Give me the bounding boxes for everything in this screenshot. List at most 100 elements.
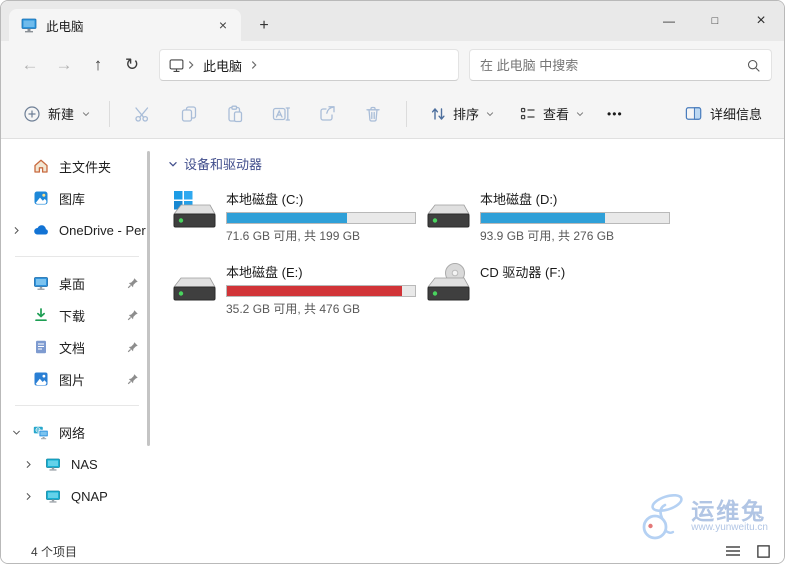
sidebar-item-label: OneDrive - Per (59, 222, 146, 238)
drive-led (432, 291, 438, 296)
downloads-icon (35, 308, 47, 322)
drive-capacity-fill (227, 213, 348, 223)
refresh-button[interactable]: ↻ (115, 48, 149, 82)
drive-name: 本地磁盘 (C:) (226, 192, 304, 207)
sidebar-item-pictures[interactable]: 图片 (1, 363, 153, 395)
rename-button[interactable] (262, 96, 300, 132)
sidebar-item-label: QNAP (71, 488, 108, 504)
sidebar-item-downloads[interactable]: 下载 (1, 299, 153, 331)
toolbar-separator (109, 100, 111, 127)
drive-capacity-caption: 93.9 GB 可用, 共 276 GB (480, 229, 615, 243)
status-bar: 4 个项目 (1, 539, 784, 563)
drive-name: 本地磁盘 (E:) (226, 265, 303, 280)
maximize-button[interactable]: □ (692, 1, 738, 41)
drive-tile-e[interactable]: 本地磁盘 (E:) 35.2 GB 可用, 共 476 GB (171, 261, 421, 317)
search-box (469, 49, 772, 81)
close-button[interactable]: × (738, 1, 784, 41)
sidebar-item-label: 图片 (59, 372, 86, 388)
list-view-button[interactable] (724, 543, 742, 559)
chevron-right-icon[interactable] (23, 491, 34, 502)
item-count: 4 个项目 (31, 544, 78, 559)
large-icons-view-button[interactable] (754, 543, 772, 559)
sidebar-item-nas[interactable]: NAS (1, 448, 153, 480)
cut-icon (135, 106, 149, 122)
window-controls: — □ × (646, 1, 784, 41)
breadcrumb-chevron-icon (188, 61, 194, 69)
sort-icon (431, 107, 445, 120)
documents-icon (36, 340, 46, 354)
details-pane-button[interactable]: 详细信息 (676, 98, 770, 129)
pin-icon (127, 310, 138, 321)
forward-button[interactable]: → (47, 48, 81, 82)
home-icon (34, 159, 48, 173)
sidebar-item-label: NAS (71, 456, 98, 472)
gallery-icon (34, 191, 48, 205)
breadcrumb-this-pc[interactable]: 此电脑 (203, 56, 242, 75)
share-button[interactable] (308, 96, 346, 132)
minimize-button[interactable]: — (646, 1, 692, 41)
sidebar-item-onedrive[interactable]: OneDrive - Per (1, 214, 153, 246)
tab-title: 此电脑 (46, 19, 84, 34)
clipboard-group (120, 96, 396, 132)
sidebar-divider (15, 405, 139, 406)
new-button-label: 新建 (48, 107, 75, 122)
address-bar[interactable]: 此电脑 (159, 49, 459, 81)
chevron-right-icon[interactable] (11, 225, 22, 236)
sort-button[interactable]: 排序 (421, 98, 503, 129)
command-toolbar: 新建 排序 查看 ••• 详细信息 (1, 89, 784, 139)
drive-capacity-bar (480, 212, 670, 224)
drive-tile-d[interactable]: 本地磁盘 (D:) 93.9 GB 可用, 共 276 GB (425, 188, 675, 244)
pin-icon (127, 342, 138, 353)
sidebar-item-qnap[interactable]: QNAP (1, 480, 153, 512)
sidebar-item-home[interactable]: 主文件夹 (1, 150, 153, 182)
sidebar-scrollbar[interactable] (147, 151, 150, 446)
cd-drive-icon (427, 263, 470, 301)
drive-led (178, 218, 184, 223)
back-button[interactable]: ← (13, 48, 47, 82)
sidebar: 主文件夹 图库 OneDrive - Per 桌面 下载 文档 图片 网络 NA… (1, 140, 153, 539)
drive-capacity-caption: 35.2 GB 可用, 共 476 GB (226, 302, 361, 316)
drive-tile-c[interactable]: 本地磁盘 (C:) 71.6 GB 可用, 共 199 GB (171, 188, 421, 244)
tab-close-button[interactable]: × (211, 13, 235, 37)
view-button-label: 查看 (543, 107, 570, 122)
pictures-icon (34, 372, 48, 386)
view-icon (520, 107, 535, 119)
delete-button[interactable] (354, 96, 392, 132)
pin-icon (127, 374, 138, 385)
local-drive-icon (427, 204, 470, 228)
chevron-right-icon[interactable] (23, 459, 34, 470)
sidebar-item-desktop[interactable]: 桌面 (1, 267, 153, 299)
more-options-button[interactable]: ••• (597, 101, 633, 127)
new-button[interactable]: 新建 (15, 98, 99, 129)
breadcrumb-chevron-icon[interactable] (248, 59, 260, 71)
paste-button[interactable] (216, 96, 254, 132)
sidebar-item-gallery[interactable]: 图库 (1, 182, 153, 214)
computer-icon (46, 458, 60, 471)
search-icon[interactable] (746, 58, 761, 73)
trash-icon (366, 106, 380, 122)
this-pc-tab-icon (21, 18, 37, 33)
desktop-icon (34, 277, 48, 290)
details-pane-label: 详细信息 (709, 107, 762, 122)
this-pc-icon (169, 58, 184, 72)
search-input[interactable] (480, 57, 746, 73)
system-drive-icon (173, 191, 216, 228)
view-button[interactable]: 查看 (511, 98, 593, 129)
chevron-down-icon[interactable] (11, 427, 22, 438)
sidebar-item-documents[interactable]: 文档 (1, 331, 153, 363)
drive-tile-f[interactable]: CD 驱动器 (F:) (425, 261, 675, 317)
toolbar-separator (406, 100, 408, 127)
navigation-bar: ← → ↑ ↻ 此电脑 (1, 41, 784, 89)
large-icons-view-icon (756, 544, 770, 558)
section-devices-and-drives[interactable]: 设备和驱动器 (167, 154, 784, 173)
sidebar-item-network[interactable]: 网络 (1, 416, 153, 448)
tab-this-pc[interactable]: 此电脑 × (9, 9, 241, 41)
section-collapse-icon[interactable] (167, 158, 179, 170)
computer-icon (46, 490, 60, 503)
network-icon (33, 426, 49, 440)
copy-button[interactable] (170, 96, 208, 132)
new-tab-button[interactable]: + (251, 13, 277, 39)
cut-button[interactable] (124, 96, 162, 132)
drive-capacity-bar (226, 212, 416, 224)
up-button[interactable]: ↑ (81, 48, 115, 82)
